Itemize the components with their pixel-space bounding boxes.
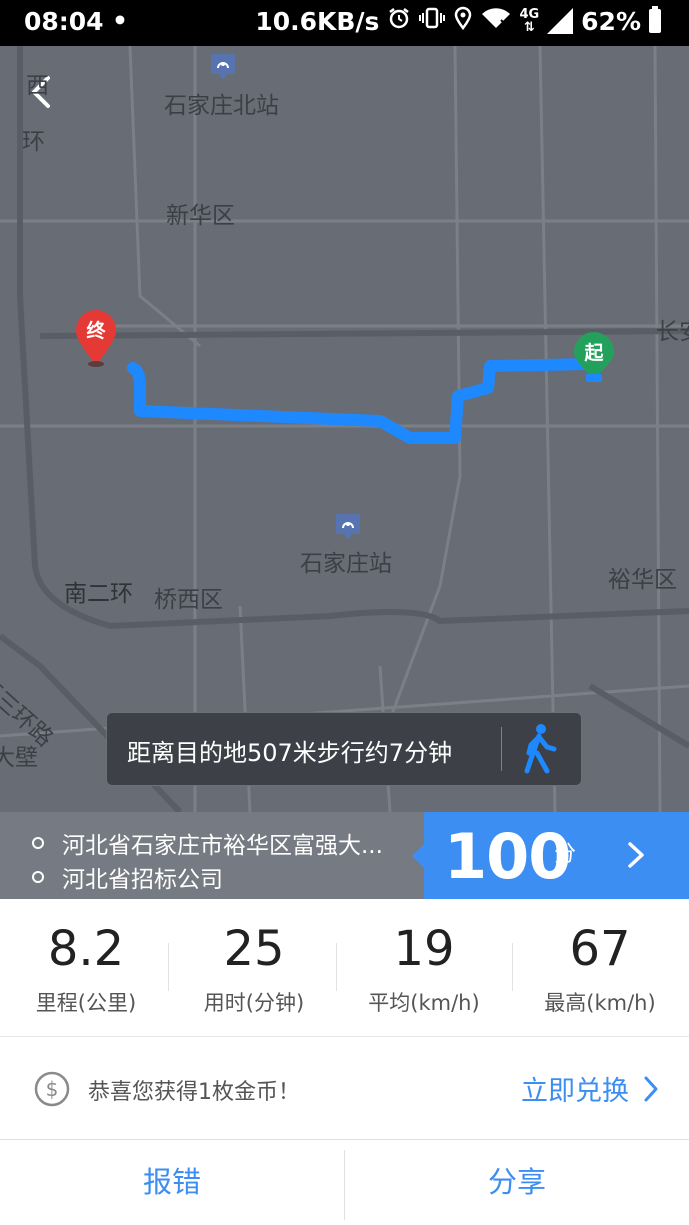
map-label-changan: 长安 [656,319,689,345]
redeem-now-link[interactable]: 立即兑换 [521,1069,659,1108]
status-time: 08:04 [24,7,104,36]
stat-value: 19 [393,921,455,977]
stat-value: 8.2 [47,921,125,977]
divider [501,727,502,771]
map-label-south-ring: 南二环 [64,581,133,607]
status-bar: 08:04 • 10.6KB/s 4G ⇅ 62% [0,0,689,46]
map-label-ring-west-2: 环 [22,129,45,155]
stat-label: 最高(km/h) [544,991,656,1015]
start-marker[interactable]: 起 [572,332,616,390]
report-error-button[interactable]: 报错 [0,1140,344,1225]
network-type: 4G ⇅ [519,7,540,35]
chevron-right-icon [624,840,648,874]
notification-dot: • [112,6,128,35]
signal-icon [547,8,574,34]
dollar-coin-icon: $ [34,1071,70,1111]
start-marker-label: 起 [584,342,604,364]
stat-max-speed: 67 最高(km/h) [514,899,686,1036]
bottom-action-bar: 报错 分享 [0,1140,689,1225]
divider [336,943,337,991]
distance-info-text: 距离目的地507米步行约7分钟 [127,739,453,767]
distance-info-pill[interactable]: 距离目的地507米步行约7分钟 [106,712,582,786]
to-address: 河北省招标公司 [62,867,223,893]
end-marker-label: 终 [86,320,106,342]
circle-dot-icon [32,837,44,849]
map-label-station: 石家庄站 [300,551,392,577]
train-station-icon [334,512,362,542]
map-label-xinhua: 新华区 [166,203,235,229]
battery-icon [649,6,661,33]
trip-stats: 8.2 里程(公里) 25 用时(分钟) 19 平均(km/h) 67 最高(k… [0,899,689,1037]
chevron-right-icon [644,1076,658,1101]
network-speed: 10.6KB/s [255,6,380,36]
divider [512,943,513,991]
battery-percent: 62% [581,6,641,36]
from-address: 河北省石家庄市裕华区富强大... [62,833,383,859]
stat-value: 67 [569,921,631,977]
route-map[interactable]: 西 环 石家庄北站 新华区 长安 石家庄站 南二环 桥西区 裕华区 西三环路 大… [0,46,689,812]
to-address-row: 河北省招标公司 [32,860,223,894]
map-label-ring-west-1: 西 [26,73,49,99]
redeem-now-label: 立即兑换 [521,1076,629,1107]
route-addresses: 河北省石家庄市裕华区富强大... 河北省招标公司 [0,812,430,899]
location-icon [453,6,473,36]
vibrate-icon [419,6,446,36]
score-button[interactable]: 100 分 [424,812,689,899]
stat-label: 平均(km/h) [368,991,480,1015]
svg-text:$: $ [46,1077,59,1101]
end-marker[interactable]: 终 [74,310,118,368]
stat-label: 里程(公里) [35,991,137,1015]
map-label-qiaoxi: 桥西区 [154,587,223,613]
alarm-icon [387,6,411,36]
score-unit: 分 [554,842,577,867]
train-station-icon [209,52,237,82]
stat-distance: 8.2 里程(公里) [0,899,172,1036]
coin-reward-row: $ 恭喜您获得1枚金币！ 立即兑换 [0,1037,689,1140]
walking-person-icon [523,723,557,779]
from-address-row: 河北省石家庄市裕华区富强大... [32,826,383,860]
stat-label: 用时(分钟) [203,991,305,1015]
coin-reward-text: 恭喜您获得1枚金币！ [88,1080,300,1105]
stat-average-speed: 19 平均(km/h) [338,899,510,1036]
map-roads [0,46,689,812]
score-value: 100 [444,820,571,893]
map-label-bi: 大壁 [0,745,38,771]
stat-duration: 25 用时(分钟) [168,899,340,1036]
share-button[interactable]: 分享 [345,1140,689,1225]
circle-dot-icon [32,871,44,883]
wifi-icon [481,6,511,36]
map-label-yuhua: 裕华区 [608,567,677,593]
stat-value: 25 [223,921,285,977]
map-label-north-station: 石家庄北站 [164,93,279,119]
